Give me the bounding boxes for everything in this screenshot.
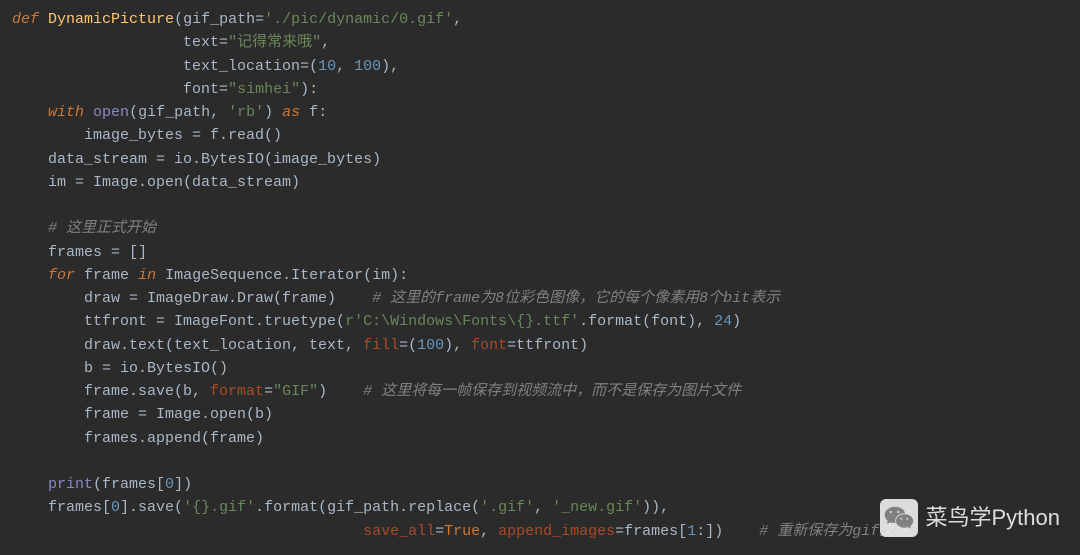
watermark: 菜鸟学Python: [880, 499, 1061, 537]
keyword-def: def: [12, 11, 39, 28]
comment: # 这里将每一帧保存到视频流中，而不是保存为图片文件: [363, 383, 741, 400]
function-name: DynamicPicture: [48, 11, 174, 28]
comment: # 这里的frame为8位彩色图像，它的每个像素用8个bit表示: [372, 290, 780, 307]
wechat-icon: [880, 499, 918, 537]
code-block: def DynamicPicture(gif_path='./pic/dynam…: [0, 8, 1080, 543]
watermark-text: 菜鸟学Python: [926, 501, 1061, 535]
comment: # 这里正式开始: [48, 220, 156, 237]
